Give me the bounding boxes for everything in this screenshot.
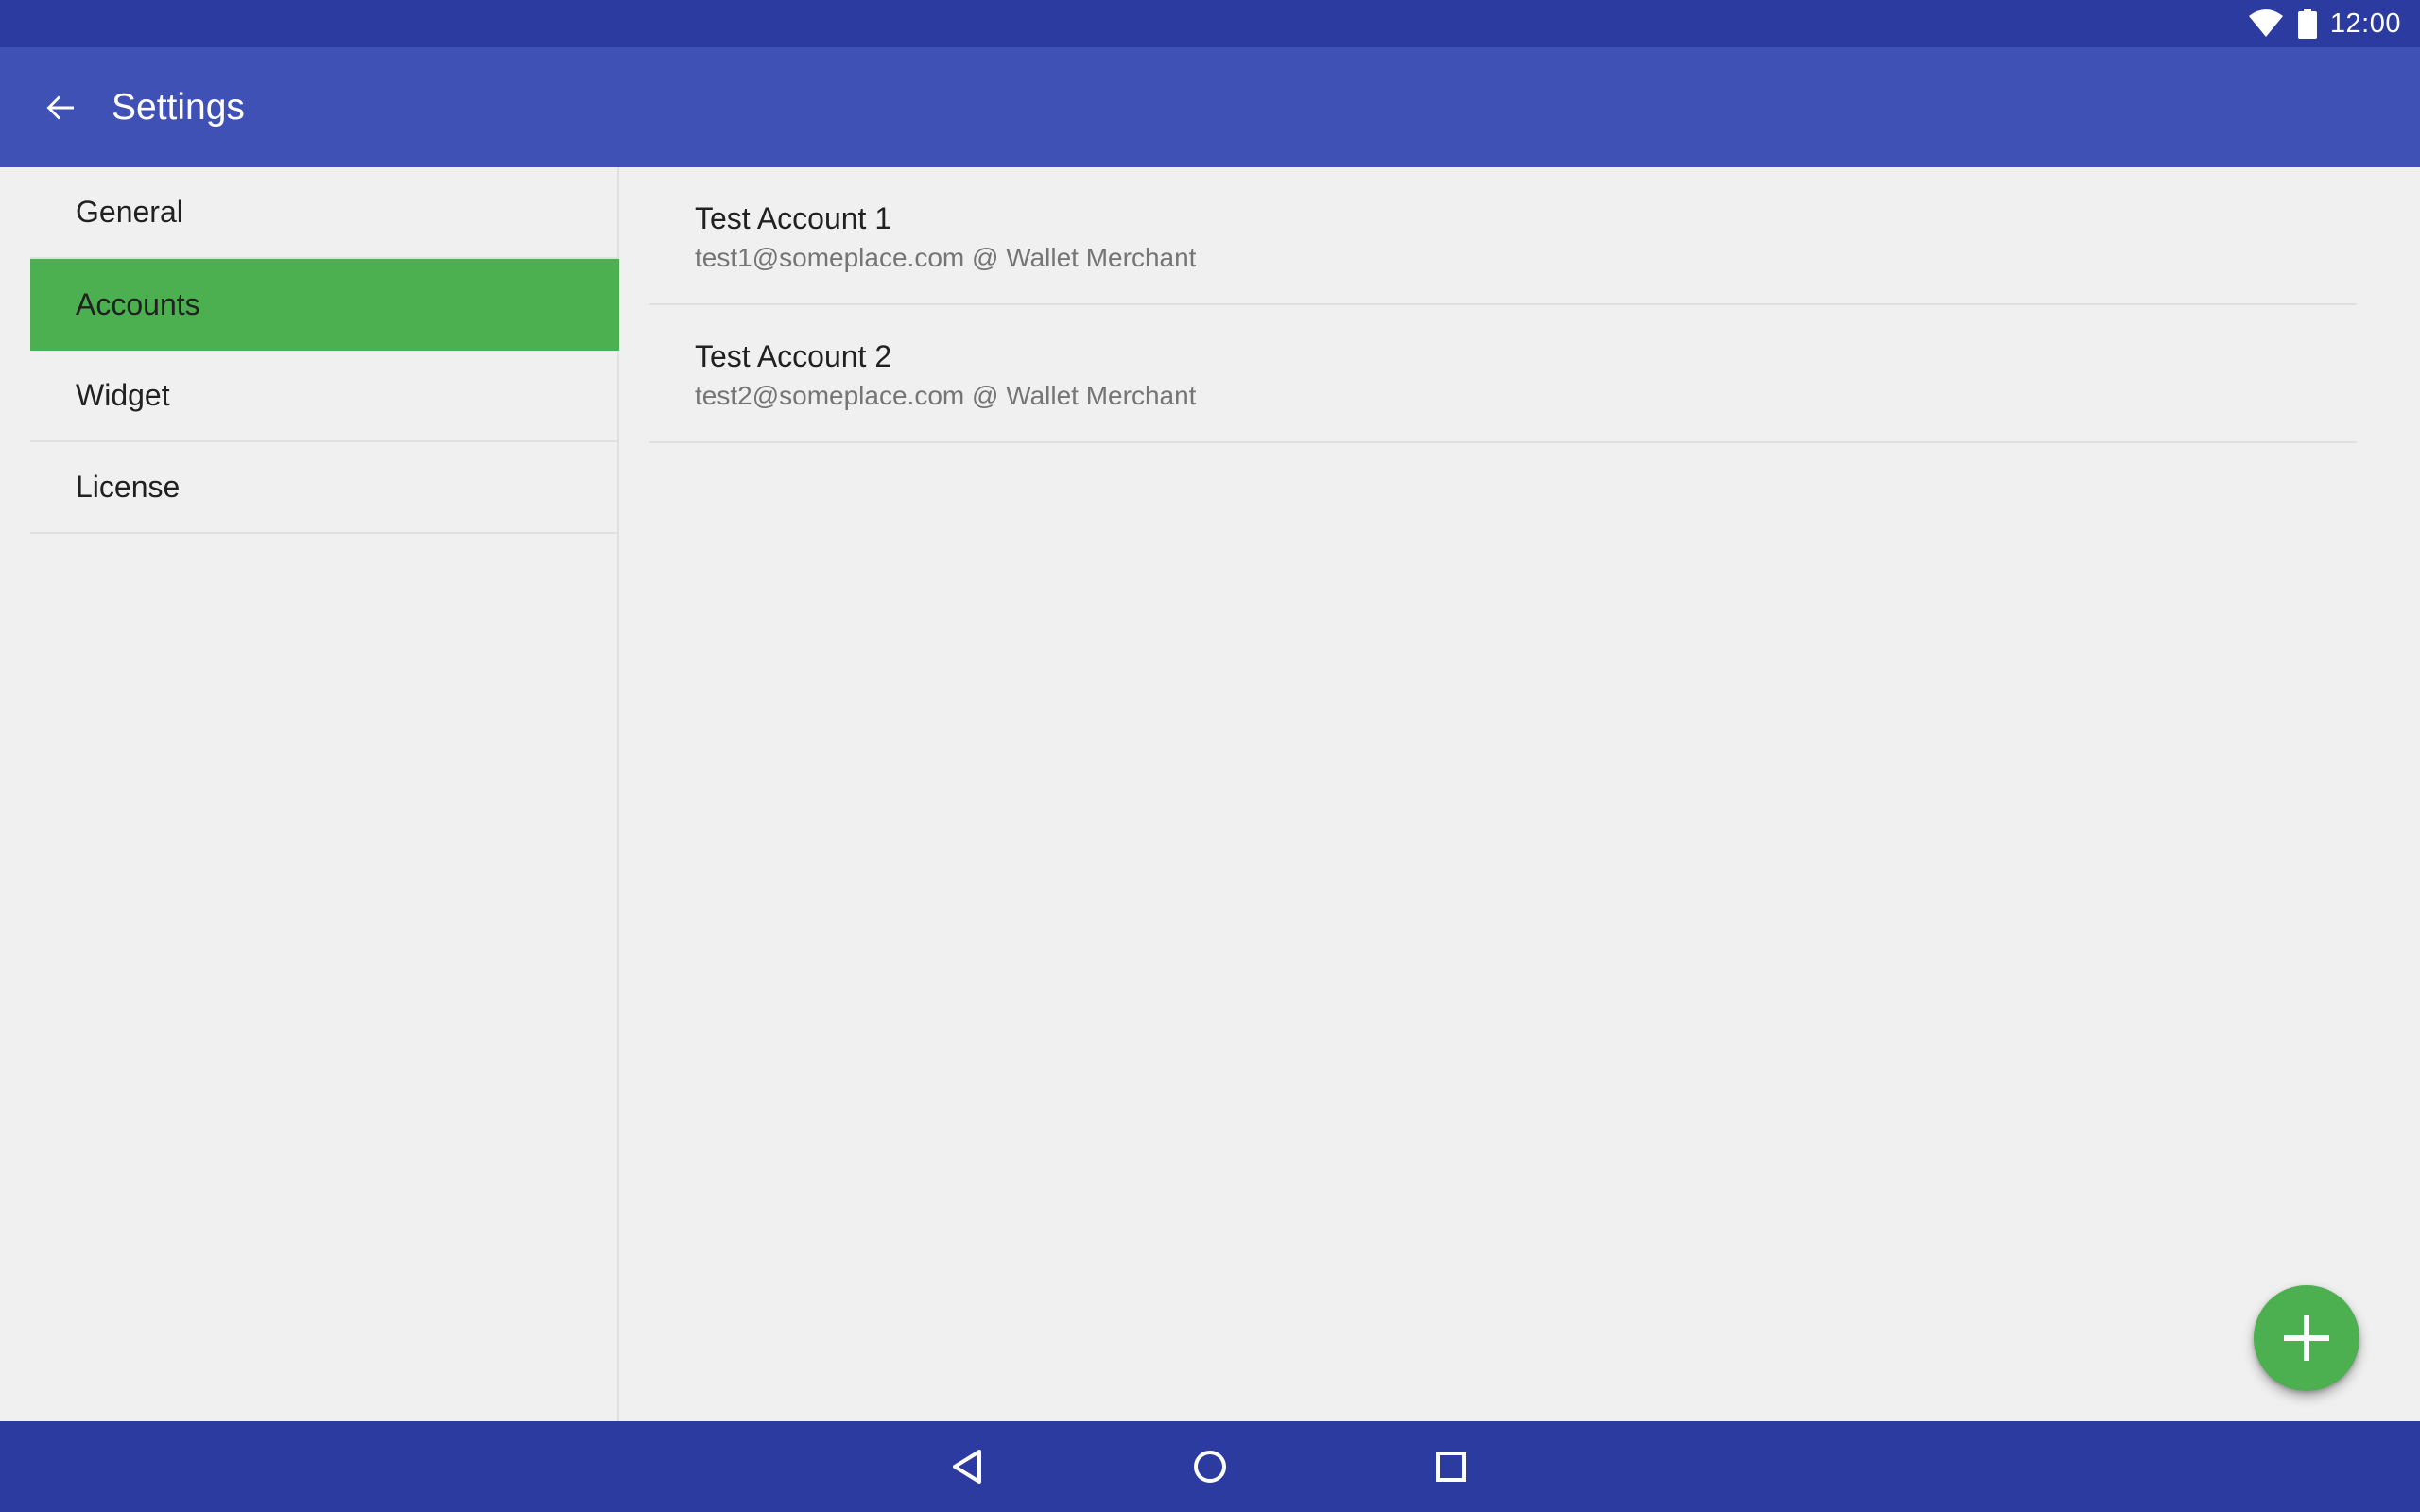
account-detail: test1@someplace.com @ Wallet Merchant	[695, 243, 1197, 272]
sidebar-item-widget[interactable]: Widget	[30, 351, 619, 442]
system-back-button[interactable]	[940, 1438, 996, 1495]
app-bar: Settings	[0, 47, 2420, 167]
status-bar: 12:00	[0, 0, 2420, 47]
sidebar-item-label: License	[76, 470, 181, 504]
sidebar-item-accounts[interactable]: Accounts	[30, 259, 619, 351]
system-nav-bar	[0, 1421, 2420, 1512]
arrow-left-icon	[46, 95, 74, 119]
sidebar-item-label: General	[76, 195, 183, 229]
accounts-list: Test Account 1 test1@someplace.com @ Wal…	[621, 167, 2420, 1421]
account-item-2[interactable]: Test Account 2 test2@someplace.com @ Wal…	[649, 305, 2357, 443]
account-item-1[interactable]: Test Account 1 test1@someplace.com @ Wal…	[649, 167, 2357, 305]
sidebar-item-label: Accounts	[76, 287, 200, 321]
account-name: Test Account 1	[695, 201, 892, 235]
status-time: 12:00	[2329, 8, 2401, 39]
account-name: Test Account 2	[695, 339, 892, 373]
system-home-button[interactable]	[1182, 1438, 1238, 1495]
back-triangle-icon	[953, 1450, 981, 1484]
home-circle-icon	[1194, 1451, 1226, 1483]
settings-sidebar: General Accounts Widget License	[0, 167, 619, 1421]
account-detail: test2@someplace.com @ Wallet Merchant	[695, 381, 1197, 410]
system-recents-button[interactable]	[1423, 1438, 1479, 1495]
wifi-icon	[2247, 9, 2285, 39]
plus-icon	[2284, 1315, 2329, 1361]
battery-icon	[2297, 9, 2317, 39]
page-title: Settings	[112, 86, 245, 128]
add-account-button[interactable]	[2254, 1285, 2360, 1391]
sidebar-item-general[interactable]: General	[30, 167, 619, 259]
sidebar-item-label: Widget	[76, 378, 170, 412]
back-button[interactable]	[32, 79, 89, 136]
sidebar-item-license[interactable]: License	[30, 442, 619, 534]
recents-square-icon	[1436, 1452, 1466, 1482]
